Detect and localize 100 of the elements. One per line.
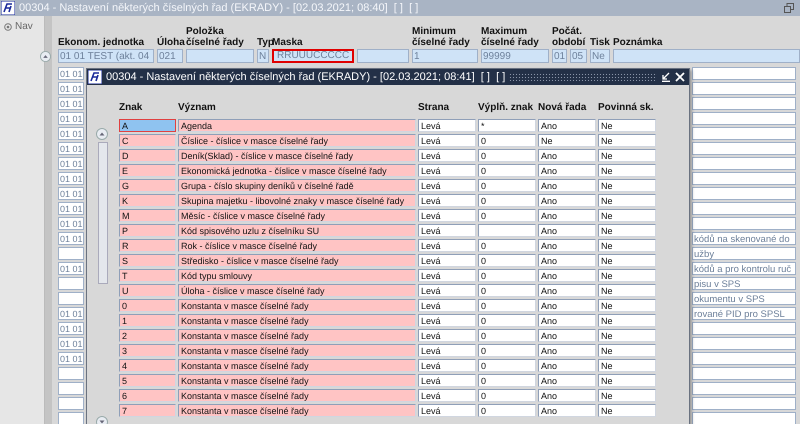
meaning-cell[interactable]: Kód typu smlouvy — [178, 269, 416, 282]
note-field[interactable] — [692, 382, 796, 395]
char-cell[interactable]: 0 — [119, 299, 176, 312]
meaning-cell[interactable]: Rok - číslice v masce číselné řady — [178, 239, 416, 252]
note-field[interactable] — [692, 172, 796, 185]
meaning-cell[interactable]: Konstanta v masce číselné řady — [178, 359, 416, 372]
close-icon[interactable] — [675, 72, 685, 82]
unit-field[interactable] — [58, 292, 84, 305]
unit-field[interactable]: 01 01 — [58, 217, 84, 230]
meaning-cell[interactable]: Deník(Sklad) - číslice v masce číselné řady — [178, 149, 416, 162]
side-cell[interactable]: Levá — [418, 239, 476, 252]
char-cell[interactable]: 1 — [119, 314, 176, 327]
minimize-icon[interactable] — [661, 72, 671, 82]
side-cell[interactable]: Levá — [418, 209, 476, 222]
required-cell[interactable]: Ne — [598, 164, 656, 177]
new-series-cell[interactable]: Ano — [538, 164, 596, 177]
required-cell[interactable]: Ne — [598, 344, 656, 357]
new-series-cell[interactable]: Ano — [538, 314, 596, 327]
side-cell[interactable]: Levá — [418, 224, 476, 237]
required-cell[interactable]: Ne — [598, 389, 656, 402]
unit-field[interactable]: 01 01 — [58, 112, 84, 125]
unit-field[interactable]: 01 01 — [58, 97, 84, 110]
char-cell[interactable]: 3 — [119, 344, 176, 357]
char-cell[interactable]: 5 — [119, 374, 176, 387]
required-cell[interactable]: Ne — [598, 209, 656, 222]
restore-icon[interactable] — [784, 3, 794, 13]
required-cell[interactable]: Ne — [598, 299, 656, 312]
fill-char-cell[interactable] — [478, 224, 536, 237]
meaning-cell[interactable]: Úloha - číslice v masce číselné řady — [178, 284, 416, 297]
fill-char-cell[interactable]: 0 — [478, 329, 536, 342]
char-cell[interactable]: T — [119, 269, 176, 282]
scrollbar[interactable] — [96, 128, 108, 424]
char-cell[interactable]: P — [119, 224, 176, 237]
char-cell[interactable]: G — [119, 179, 176, 192]
char-cell[interactable]: R — [119, 239, 176, 252]
fill-char-cell[interactable]: 0 — [478, 404, 536, 417]
new-series-cell[interactable]: Ano — [538, 254, 596, 267]
fill-char-cell[interactable]: 0 — [478, 284, 536, 297]
new-series-cell[interactable]: Ano — [538, 374, 596, 387]
required-cell[interactable]: Ne — [598, 254, 656, 267]
fill-char-cell[interactable]: 0 — [478, 179, 536, 192]
required-cell[interactable]: Ne — [598, 239, 656, 252]
note-field[interactable] — [692, 142, 796, 155]
new-series-cell[interactable]: Ano — [538, 299, 596, 312]
side-cell[interactable]: Levá — [418, 134, 476, 147]
unit-field[interactable] — [58, 277, 84, 290]
note-field[interactable] — [692, 337, 796, 350]
side-cell[interactable]: Levá — [418, 149, 476, 162]
fill-char-cell[interactable]: 0 — [478, 239, 536, 252]
meaning-cell[interactable]: Konstanta v masce číselné řady — [178, 389, 416, 402]
char-cell[interactable]: D — [119, 149, 176, 162]
series-item-field[interactable] — [186, 49, 254, 63]
new-series-cell[interactable]: Ano — [538, 194, 596, 207]
char-cell[interactable]: C — [119, 134, 176, 147]
new-series-cell[interactable]: Ano — [538, 389, 596, 402]
unit-field[interactable] — [58, 367, 84, 380]
char-cell[interactable]: 4 — [119, 359, 176, 372]
note-field[interactable] — [692, 352, 796, 365]
side-cell[interactable]: Levá — [418, 119, 476, 132]
new-series-cell[interactable]: Ano — [538, 149, 596, 162]
note-field[interactable] — [692, 127, 796, 140]
unit-field[interactable]: 01 01 — [58, 172, 84, 185]
unit-field[interactable]: 01 01 — [58, 142, 84, 155]
note-field[interactable]: pisu v SPS — [692, 277, 796, 290]
note-field[interactable]: kódů a pro kontrolu ruč — [692, 262, 796, 275]
char-cell[interactable]: S — [119, 254, 176, 267]
note-field[interactable] — [692, 157, 796, 170]
required-cell[interactable]: Ne — [598, 359, 656, 372]
input-field[interactable] — [357, 49, 409, 63]
unit-field[interactable] — [58, 412, 84, 424]
required-cell[interactable]: Ne — [598, 284, 656, 297]
side-cell[interactable]: Levá — [418, 269, 476, 282]
meaning-cell[interactable]: Konstanta v masce číselné řady — [178, 344, 416, 357]
char-cell[interactable]: 6 — [119, 389, 176, 402]
meaning-cell[interactable]: Měsíc - číslice v masce číselné řady — [178, 209, 416, 222]
fill-char-cell[interactable]: 0 — [478, 134, 536, 147]
required-cell[interactable]: Ne — [598, 194, 656, 207]
unit-field[interactable]: 01 01 — [58, 352, 84, 365]
fill-char-cell[interactable]: 0 — [478, 209, 536, 222]
side-cell[interactable]: Levá — [418, 314, 476, 327]
side-cell[interactable]: Levá — [418, 164, 476, 177]
new-series-cell[interactable]: Ano — [538, 404, 596, 417]
meaning-cell[interactable]: Agenda — [178, 119, 416, 132]
fill-char-cell[interactable]: 0 — [478, 389, 536, 402]
unit-field[interactable]: 01 01 — [58, 322, 84, 335]
unit-field[interactable]: 01 01 — [58, 307, 84, 320]
side-cell[interactable]: Levá — [418, 254, 476, 267]
note-field[interactable] — [692, 187, 796, 200]
unit-field[interactable]: 01 01 — [58, 187, 84, 200]
unit-field[interactable]: 01 01 — [58, 232, 84, 245]
char-cell[interactable]: 7 — [119, 404, 176, 417]
new-series-cell[interactable]: Ano — [538, 269, 596, 282]
required-cell[interactable]: Ne — [598, 179, 656, 192]
required-cell[interactable]: Ne — [598, 269, 656, 282]
scrollbar-thumb[interactable] — [98, 142, 108, 284]
meaning-cell[interactable]: Konstanta v masce číselné řady — [178, 404, 416, 417]
fill-char-cell[interactable]: 0 — [478, 269, 536, 282]
new-series-cell[interactable]: Ano — [538, 359, 596, 372]
meaning-cell[interactable]: Konstanta v masce číselné řady — [178, 374, 416, 387]
note-field[interactable] — [692, 67, 796, 80]
